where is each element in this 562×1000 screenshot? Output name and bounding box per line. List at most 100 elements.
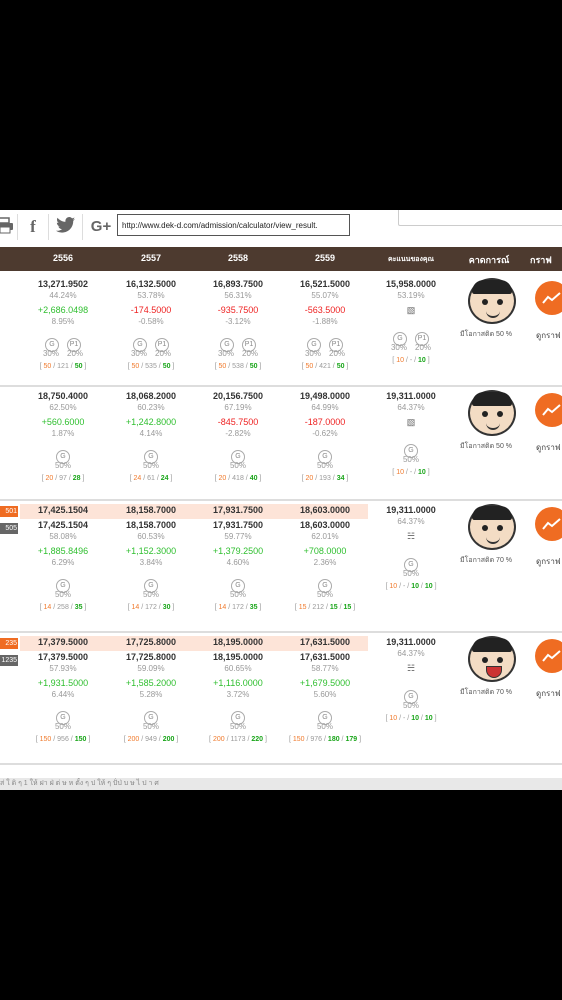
graph-button[interactable] <box>535 281 562 315</box>
min-score-percent: 60.23% <box>137 403 165 412</box>
rank-summary: [ 10 / - / 10 / 10 ] <box>385 583 437 590</box>
weight-row: 50% <box>198 590 278 600</box>
rank-seats: 50 <box>218 363 227 370</box>
rank-seats: 150 <box>292 736 305 743</box>
weight-pat1: 20% <box>415 343 432 352</box>
score-difference: +708.0000 <box>303 546 347 556</box>
year-cell: 18,158.7000 18,158.7000 60.53% +1,152.3000 3… <box>111 504 191 614</box>
year-cell: 17,631.5000 17,631.5000 58.77% +1,679.5000 5… <box>285 636 365 746</box>
weight-gat: 50% <box>402 569 419 578</box>
min-score: 17,725.8000 <box>125 652 177 662</box>
highlight-score: 17,425.1504 <box>37 505 89 515</box>
graph-button[interactable] <box>535 507 562 541</box>
rank-summary: [ 24 / 61 / 24 ] <box>129 475 173 482</box>
min-score-percent: 53.78% <box>137 291 165 300</box>
rank-passed: 35 <box>249 604 258 611</box>
facebook-icon[interactable]: f <box>22 216 44 238</box>
weight-row: 30% 20% <box>111 349 191 359</box>
rank-summary: [ 20 / 97 / 28 ] <box>41 475 85 482</box>
row-divider <box>0 763 562 765</box>
min-score-percent: 60.65% <box>224 664 252 673</box>
program-code-tag: 235 <box>0 638 18 649</box>
year-cell: 18,195.0000 18,195.0000 60.65% +1,116.0000 3… <box>198 636 278 746</box>
min-score: 17,931.7500 <box>212 520 264 530</box>
google-plus-icon[interactable]: G+ <box>88 216 114 238</box>
rank-applicants: 193 <box>319 475 331 482</box>
year-cell: 18,750.4000 62.50% +560.6000 1.87% G 50% [ 20 … <box>23 390 103 485</box>
weight-pat1: 20% <box>242 349 259 358</box>
program-code-tag: 505 <box>0 523 18 534</box>
graph-link[interactable]: ดูกราฟ <box>536 687 561 700</box>
rank-confirmed: 10 <box>424 715 433 722</box>
twitter-icon[interactable] <box>55 216 77 238</box>
graph-link[interactable]: ดูกราฟ <box>536 555 561 568</box>
your-score-cell: 19,311.0000 64.37% ☵ G 50% [ 10 / - / 10 / 10… <box>371 636 451 725</box>
tree-icon[interactable]: ☵ <box>371 529 451 543</box>
min-score-percent: 62.01% <box>311 532 339 541</box>
rank-seats: 14 <box>218 604 227 611</box>
your-score-cell: 19,311.0000 64.37% ▧ G 50% [ 10 / - / 10 ] <box>371 390 451 479</box>
year-cell: 17,379.5000 17,379.5000 57.93% +1,931.5000 6… <box>23 636 103 746</box>
bar-chart-icon[interactable]: ▧ <box>371 415 451 429</box>
score-difference: +1,379.2500 <box>212 546 264 556</box>
rank-passed: 10 <box>411 583 419 590</box>
graph-link[interactable]: ดูกราฟ <box>536 441 561 454</box>
highlight-score: 18,603.0000 <box>299 505 351 515</box>
weight-gat: 50% <box>54 461 71 470</box>
header-your-score: คะแนนของคุณ <box>387 256 435 263</box>
rank-summary: [ 50 / 535 / 50 ] <box>127 363 175 370</box>
subject-icons: G P1 <box>198 333 278 352</box>
min-score: 18,195.0000 <box>212 652 264 662</box>
difference-percent: -3.12% <box>225 317 251 326</box>
rank-applicants: 121 <box>57 363 69 370</box>
weight-gat: 50% <box>54 722 71 731</box>
rank-summary: [ 200 / 1173 / 220 ] <box>209 736 267 743</box>
min-score-percent: 58.77% <box>311 664 339 673</box>
subject-icons: G <box>371 553 451 572</box>
highlight-score: 17,931.7500 <box>212 505 264 515</box>
share-url-field[interactable]: http://www.dek-d.com/admission/calculato… <box>117 214 350 236</box>
graph-button[interactable] <box>535 393 562 427</box>
rank-summary: [ 150 / 976 / 180 / 179 ] <box>288 736 362 743</box>
highlight-score: 18,158.7000 <box>125 505 177 515</box>
header-graph: กราฟ <box>530 255 552 265</box>
rank-applicants: 172 <box>145 604 157 611</box>
subject-icons: G <box>23 574 103 593</box>
difference-percent: 2.36% <box>313 558 337 567</box>
result-row: 235 1235 17,379.5000 17,379.5000 57.93% +1,93… <box>0 631 562 761</box>
rank-seats: 50 <box>305 363 314 370</box>
weight-row: 50% <box>371 701 451 711</box>
difference-percent: -0.58% <box>138 317 164 326</box>
bar-chart-icon[interactable]: ▧ <box>371 303 451 317</box>
weight-gat: 50% <box>316 722 333 731</box>
rank-passed: 150 <box>74 736 87 743</box>
subject-icons: G <box>285 445 365 464</box>
score-difference: -563.5000 <box>304 305 346 315</box>
graph-link[interactable]: ดูกราฟ <box>536 329 561 342</box>
rank-passed: 40 <box>249 475 258 482</box>
min-score: 18,750.4000 <box>37 391 89 401</box>
chance-label: มีโอกาสติด 70 % <box>460 689 513 696</box>
year-cell: 20,156.7500 67.19% -845.7500 -2.82% G 50% [ 20… <box>198 390 278 485</box>
rank-confirmed: 10 <box>424 583 433 590</box>
graph-button[interactable] <box>535 639 562 673</box>
highlight-score: 17,725.8000 <box>125 637 177 647</box>
search-box[interactable] <box>398 210 562 226</box>
print-icon[interactable] <box>0 216 16 238</box>
weight-gat: 50% <box>316 461 333 470</box>
min-score-percent: 67.19% <box>224 403 252 412</box>
rank-summary: [ 200 / 949 / 200 ] <box>123 736 179 743</box>
weight-gat: 30% <box>304 349 321 358</box>
rank-applicants: - <box>403 715 406 722</box>
rank-seats: 20 <box>218 475 227 482</box>
year-cell: 13,271.9502 44.24% +2,686.0498 8.95% G P1 30% 2… <box>23 278 103 373</box>
difference-percent: 6.44% <box>51 690 75 699</box>
rank-passed: 180 <box>327 736 340 743</box>
rank-passed: 220 <box>251 736 264 743</box>
rank-applicants: 212 <box>312 604 325 611</box>
chance-label: มีโอกาสติด 70 % <box>460 557 513 564</box>
score-difference: -935.7500 <box>217 305 259 315</box>
score-difference: +1,885.8496 <box>37 546 89 556</box>
tree-icon[interactable]: ☵ <box>371 661 451 675</box>
difference-percent: 5.28% <box>139 690 163 699</box>
